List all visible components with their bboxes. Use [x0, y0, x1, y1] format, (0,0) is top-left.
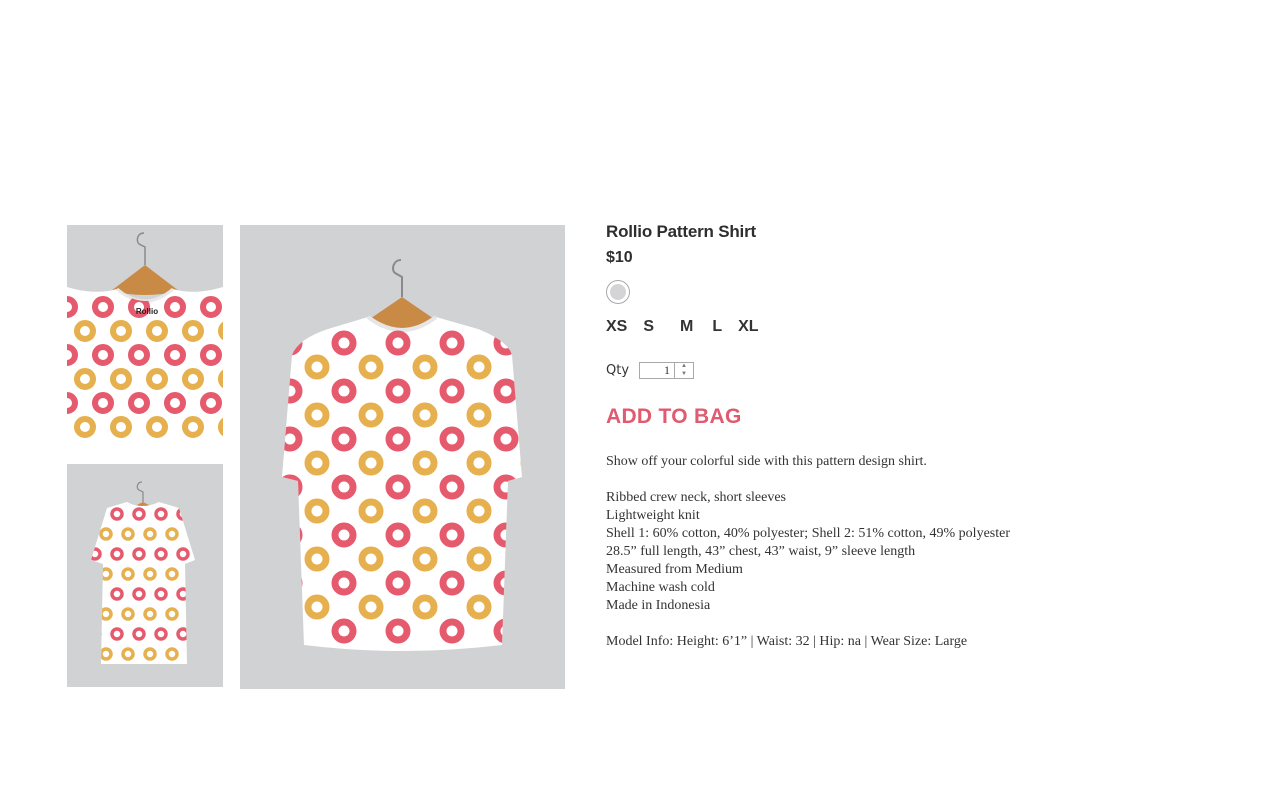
product-description: Show off your colorful side with this pa… [606, 453, 1226, 651]
pattern-ring [493, 570, 519, 596]
pattern-ring [282, 474, 303, 500]
feature-item: Ribbed crew neck, short sleeves [606, 490, 786, 505]
pattern-ring [176, 507, 190, 521]
size-option-xs[interactable]: XS [606, 318, 627, 336]
quantity-input[interactable] [640, 362, 675, 378]
pattern-ring [493, 618, 519, 644]
pattern-ring [187, 607, 195, 621]
feature-item: Lightweight knit [606, 508, 700, 523]
feature-item: Machine wash cold [606, 580, 715, 595]
pattern-ring [187, 527, 195, 541]
color-swatch-fill [610, 284, 626, 300]
quantity-stepper: ▲ ▼ [639, 361, 695, 379]
size-selector: XS S M L XL [606, 318, 1226, 336]
feature-item: Made in Indonesia [606, 598, 711, 613]
model-info: Model Info: Height: 6’1” | Waist: 32 | H… [606, 634, 968, 649]
pattern-ring [282, 330, 303, 356]
pattern-ring [91, 627, 102, 641]
thumbnail-back-view[interactable] [67, 464, 223, 687]
product-price: $10 [606, 249, 633, 266]
pattern-ring [520, 402, 522, 428]
quantity-row: Qty ▲ ▼ [606, 361, 1226, 379]
color-swatches [606, 280, 1226, 304]
chevron-up-icon[interactable]: ▲ [675, 363, 693, 371]
qty-label: Qty [606, 362, 630, 378]
pattern-ring [218, 368, 223, 390]
pattern-ring [187, 647, 195, 661]
pattern-ring [493, 330, 519, 356]
size-option-s[interactable]: S [643, 318, 654, 336]
shirt-closeup-image: Rollio [67, 232, 223, 448]
feature-item: Shell 1: 60% cotton, 40% polyester; Shel… [606, 526, 1010, 541]
color-swatch[interactable] [606, 280, 630, 304]
pattern-ring [91, 587, 102, 601]
quantity-stepper-buttons: ▲ ▼ [674, 362, 693, 378]
pattern-ring [218, 320, 223, 342]
product-title: Rollio Pattern Shirt [606, 222, 756, 241]
pattern-ring [282, 522, 303, 548]
thumbnail-front-closeup[interactable]: Rollio [67, 225, 223, 448]
pattern-ring [520, 354, 522, 380]
size-option-m[interactable]: M [680, 318, 693, 336]
pattern-ring [282, 618, 303, 644]
main-product-image [240, 225, 565, 689]
chevron-down-icon[interactable]: ▼ [675, 370, 693, 378]
pattern-ring [282, 570, 303, 596]
pattern-ring [520, 594, 522, 620]
description-intro: Show off your colorful side with this pa… [606, 454, 927, 469]
feature-item: Measured from Medium [606, 562, 743, 577]
pattern-ring [520, 546, 522, 572]
pattern-ring [520, 498, 522, 524]
size-option-l[interactable]: L [712, 318, 722, 336]
size-option-xl[interactable]: XL [738, 318, 758, 336]
pattern-ring [187, 567, 195, 581]
product-details: Rollio Pattern Shirt $10 XS S M L XL Qty… [606, 222, 1226, 651]
rollio-label-text: Rollio [136, 307, 158, 316]
feature-item: 28.5” full length, 43” chest, 43” waist,… [606, 544, 916, 559]
shirt-front-image [282, 259, 522, 651]
pattern-ring [520, 450, 522, 476]
pattern-ring [218, 416, 223, 438]
pattern-ring [91, 507, 102, 521]
shirt-back-image [91, 481, 195, 664]
add-to-bag-button[interactable]: ADD TO BAG [606, 405, 742, 429]
